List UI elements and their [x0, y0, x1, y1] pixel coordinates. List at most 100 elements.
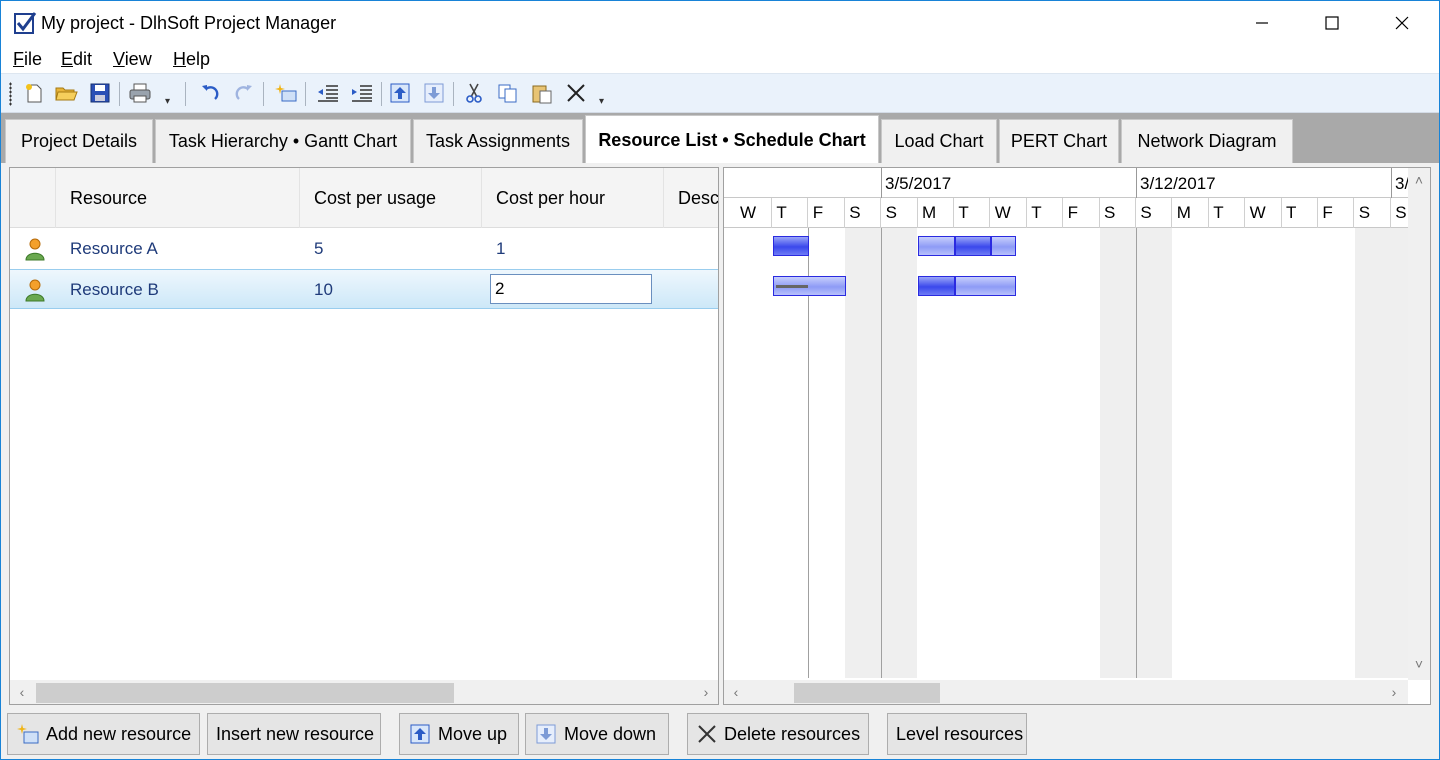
- grid-horizontal-scrollbar[interactable]: ‹ ›: [10, 680, 718, 704]
- cost-per-hour-input[interactable]: 2: [490, 274, 652, 304]
- column-header-icon[interactable]: [10, 168, 56, 228]
- table-row[interactable]: Resource A 5 1: [10, 229, 718, 269]
- column-header-description[interactable]: Descr: [664, 168, 718, 228]
- chart-day-header: WTFSSMTWTFSSMTWTFSS: [724, 198, 1428, 228]
- move-down-button[interactable]: [421, 80, 447, 106]
- scroll-up-icon[interactable]: ˄: [1409, 168, 1429, 192]
- save-button[interactable]: [87, 80, 113, 106]
- toolbar-separator: [381, 82, 382, 106]
- print-button[interactable]: [127, 80, 153, 106]
- level-resources-button[interactable]: Level resources: [887, 713, 1027, 755]
- scroll-down-icon[interactable]: ˅: [1409, 652, 1429, 676]
- cell-resource[interactable]: Resource A: [70, 229, 158, 269]
- paste-icon: [532, 85, 552, 104]
- menu-edit-accel: E: [61, 49, 74, 69]
- cell-cost-per-hour[interactable]: 1: [496, 229, 505, 269]
- minimize-button[interactable]: [1227, 1, 1297, 45]
- close-button[interactable]: [1367, 1, 1437, 45]
- new-button[interactable]: [21, 80, 47, 106]
- move-down-button[interactable]: Move down: [525, 713, 669, 755]
- insert-button[interactable]: [273, 80, 299, 106]
- add-new-resource-button[interactable]: Add new resource: [7, 713, 200, 755]
- schedule-bar[interactable]: [773, 276, 846, 296]
- scrollbar-thumb[interactable]: [36, 683, 454, 703]
- cut-button[interactable]: [461, 80, 487, 106]
- resource-person-icon: [25, 279, 45, 302]
- outdent-icon: [318, 85, 338, 102]
- cell-resource[interactable]: Resource B: [70, 270, 159, 310]
- undo-button[interactable]: [197, 80, 223, 106]
- week-label: 3/12/2017: [1140, 174, 1216, 193]
- maximize-button[interactable]: [1297, 1, 1367, 45]
- move-up-button[interactable]: Move up: [399, 713, 519, 755]
- grid-header: Resource Cost per usage Cost per hour De…: [10, 168, 718, 228]
- chart-vertical-scrollbar[interactable]: ˄ ˅: [1408, 168, 1430, 680]
- schedule-bar[interactable]: [918, 236, 955, 256]
- open-icon: [55, 87, 78, 101]
- delete-resources-button[interactable]: Delete resources: [687, 713, 869, 755]
- move-up-button[interactable]: [387, 80, 413, 106]
- day-label: M: [1173, 198, 1209, 228]
- column-header-resource[interactable]: Resource: [56, 168, 300, 228]
- schedule-bar[interactable]: [773, 236, 809, 256]
- scroll-left-icon[interactable]: ‹: [726, 680, 746, 704]
- day-label: W: [991, 198, 1027, 228]
- maximize-icon: [1325, 16, 1339, 30]
- toolbar-grip[interactable]: [9, 82, 12, 106]
- copy-button[interactable]: [495, 80, 521, 106]
- new-icon: [26, 84, 42, 103]
- tab-task-assignments[interactable]: Task Assignments: [413, 119, 583, 163]
- column-header-cost-per-hour[interactable]: Cost per hour: [482, 168, 664, 228]
- tab-resource-list[interactable]: Resource List • Schedule Chart: [585, 115, 879, 165]
- redo-button[interactable]: [231, 80, 257, 106]
- menu-file[interactable]: File: [13, 49, 42, 70]
- resource-person-icon: [25, 238, 45, 261]
- paste-button[interactable]: [529, 80, 555, 106]
- day-label: T: [1282, 198, 1318, 228]
- schedule-bar[interactable]: [955, 236, 991, 256]
- menu-edit[interactable]: Edit: [61, 49, 92, 70]
- schedule-bar[interactable]: [955, 276, 1016, 296]
- print-dropdown-icon[interactable]: ▾: [165, 96, 170, 107]
- redo-icon: [235, 85, 252, 100]
- outdent-button[interactable]: [315, 80, 341, 106]
- scroll-right-icon[interactable]: ›: [1384, 680, 1404, 704]
- tab-load-chart[interactable]: Load Chart: [881, 119, 997, 163]
- chart-horizontal-scrollbar[interactable]: ‹ ›: [724, 680, 1408, 704]
- toolbar-separator: [263, 82, 264, 106]
- insert-new-resource-button[interactable]: Insert new resource: [207, 713, 381, 755]
- column-header-cost-per-usage[interactable]: Cost per usage: [300, 168, 482, 228]
- week-separator: [1136, 168, 1137, 198]
- indent-button[interactable]: [349, 80, 375, 106]
- scroll-right-icon[interactable]: ›: [696, 680, 716, 704]
- menu-help-accel: H: [173, 49, 186, 69]
- tab-project-details[interactable]: Project Details: [5, 119, 153, 163]
- schedule-chart: 3/5/2017 3/12/2017 3/ WTFSSMTWTFSSMTWTFS…: [723, 167, 1431, 705]
- cell-cost-per-usage[interactable]: 10: [314, 270, 333, 310]
- day-label: S: [845, 198, 882, 228]
- delete-button[interactable]: [563, 80, 589, 106]
- menu-view[interactable]: View: [113, 49, 152, 70]
- menu-file-label: ile: [24, 49, 43, 69]
- footer-bar: Add new resource Insert new resource Mov…: [1, 707, 1439, 759]
- toolbar-overflow-icon[interactable]: ▾: [599, 96, 604, 107]
- move-down-icon: [424, 83, 444, 103]
- schedule-bar[interactable]: [991, 236, 1016, 256]
- cell-cost-per-usage[interactable]: 5: [314, 229, 323, 269]
- day-label: M: [918, 198, 954, 228]
- day-label: F: [1318, 198, 1355, 228]
- open-button[interactable]: [53, 80, 79, 106]
- menu-view-label: iew: [124, 49, 152, 69]
- move-up-icon: [408, 722, 432, 746]
- scroll-left-icon[interactable]: ‹: [12, 680, 32, 704]
- tab-network-diagram[interactable]: Network Diagram: [1121, 119, 1293, 163]
- menu-help[interactable]: Help: [173, 49, 210, 70]
- chart-body: [724, 228, 1408, 678]
- tab-task-hierarchy[interactable]: Task Hierarchy • Gantt Chart: [155, 119, 411, 163]
- schedule-bar[interactable]: [918, 276, 955, 296]
- scrollbar-thumb[interactable]: [794, 683, 940, 703]
- progress-indicator: [776, 285, 808, 288]
- toolbar-separator: [453, 82, 454, 106]
- table-row-selected[interactable]: Resource B 10 2: [10, 269, 718, 310]
- tab-pert-chart[interactable]: PERT Chart: [999, 119, 1119, 163]
